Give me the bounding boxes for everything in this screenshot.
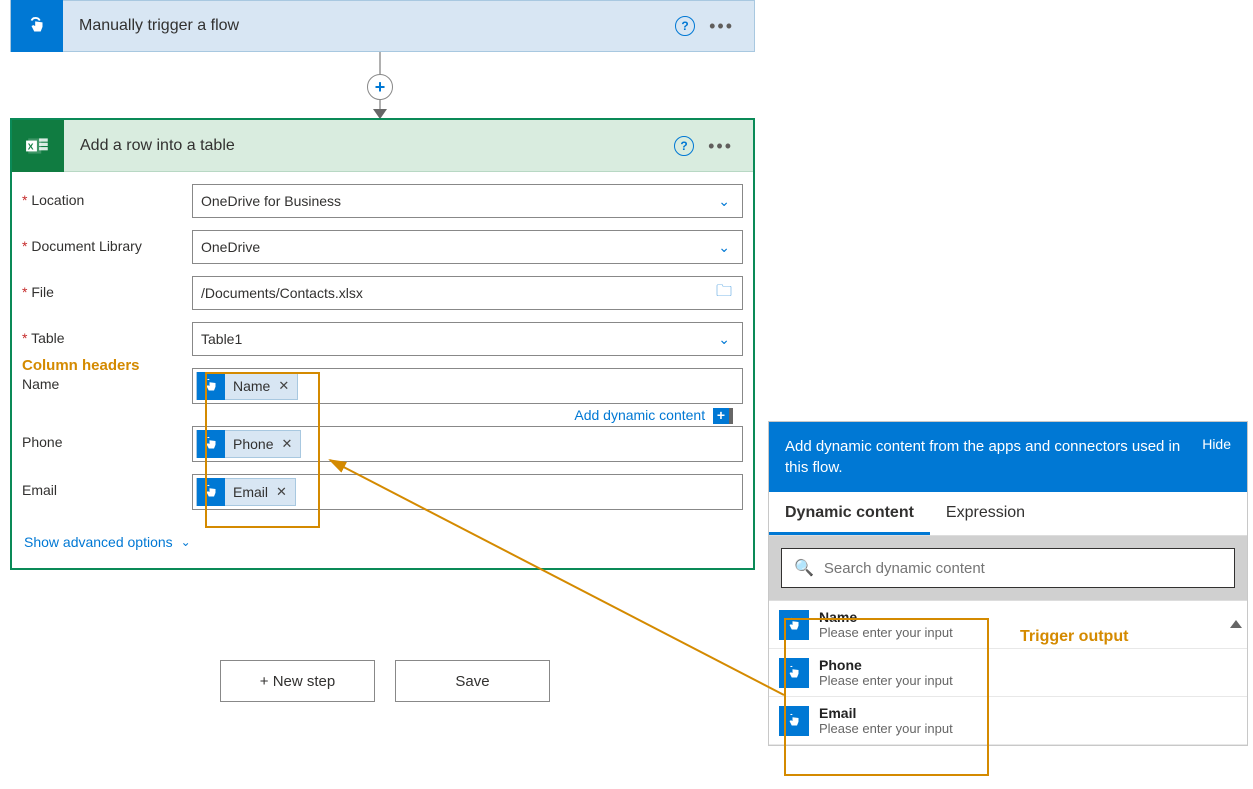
remove-token-icon[interactable]: ✕ (281, 436, 300, 452)
more-icon[interactable]: ••• (709, 17, 734, 35)
tab-dynamic-content[interactable]: Dynamic content (769, 492, 930, 535)
name-field[interactable]: Name ✕ (192, 368, 743, 404)
dynamic-item[interactable]: NamePlease enter your input (769, 601, 1247, 649)
dynamic-content-panel: Add dynamic content from the apps and co… (768, 421, 1248, 746)
add-step-inline-button[interactable]: + (367, 74, 393, 100)
library-label: Document Library (22, 230, 192, 254)
location-label: Location (22, 184, 192, 208)
folder-picker-icon[interactable]: 🗀 (714, 280, 734, 307)
dynamic-search[interactable]: 🔍 (781, 548, 1235, 588)
action-title: Add a row into a table (64, 137, 674, 155)
tab-expression[interactable]: Expression (930, 492, 1041, 535)
library-select[interactable]: OneDrive⌄ (192, 230, 743, 264)
chevron-down-icon: ⌄ (714, 331, 734, 348)
excel-icon: X (12, 120, 64, 172)
trigger-icon (11, 0, 63, 52)
tap-icon (197, 430, 225, 458)
tap-icon (779, 610, 809, 640)
tap-icon (197, 372, 225, 400)
dynamic-item[interactable]: PhonePlease enter your input (769, 649, 1247, 697)
add-dynamic-content-plus-icon[interactable]: + (713, 408, 729, 424)
email-field[interactable]: Email ✕ (192, 474, 743, 510)
email-label: Email (22, 474, 192, 498)
remove-token-icon[interactable]: ✕ (276, 484, 295, 500)
save-button[interactable]: Save (395, 660, 550, 702)
dynamic-panel-header: Add dynamic content from the apps and co… (785, 436, 1182, 478)
show-advanced-options-link[interactable]: Show advanced options ⌄ (12, 522, 753, 568)
tap-icon (197, 478, 225, 506)
chevron-down-icon: ⌄ (181, 535, 191, 549)
location-select[interactable]: OneDrive for Business⌄ (192, 184, 743, 218)
tap-icon (779, 706, 809, 736)
trigger-card[interactable]: Manually trigger a flow ? ••• (10, 0, 755, 52)
file-label: File (22, 276, 192, 300)
new-step-button[interactable]: + New step (220, 660, 375, 702)
table-select[interactable]: Table1⌄ (192, 322, 743, 356)
action-card: X Add a row into a table ? ••• Location … (10, 118, 755, 570)
phone-label: Phone (22, 426, 192, 450)
remove-token-icon[interactable]: ✕ (278, 378, 297, 394)
more-icon[interactable]: ••• (708, 137, 733, 155)
dynamic-item[interactable]: EmailPlease enter your input (769, 697, 1247, 745)
dynamic-token[interactable]: Phone ✕ (196, 430, 301, 458)
dynamic-token[interactable]: Name ✕ (196, 372, 298, 400)
chevron-down-icon: ⌄ (714, 193, 734, 210)
help-icon[interactable]: ? (674, 136, 694, 156)
phone-field[interactable]: Phone ✕ (192, 426, 743, 462)
dynamic-token[interactable]: Email ✕ (196, 478, 296, 506)
trigger-title: Manually trigger a flow (63, 17, 675, 35)
scroll-up-icon[interactable] (1230, 620, 1242, 628)
table-label: Table (22, 322, 192, 346)
dynamic-search-input[interactable] (824, 560, 1222, 577)
tap-icon (779, 658, 809, 688)
chevron-down-icon: ⌄ (714, 239, 734, 256)
hide-button[interactable]: Hide (1202, 436, 1231, 452)
action-header[interactable]: X Add a row into a table ? ••• (12, 120, 753, 172)
svg-text:X: X (28, 141, 34, 151)
search-icon: 🔍 (794, 558, 814, 578)
file-input[interactable]: /Documents/Contacts.xlsx🗀 (192, 276, 743, 310)
add-dynamic-content-link[interactable]: Add dynamic content (574, 407, 705, 423)
name-label: Name (22, 368, 192, 392)
help-icon[interactable]: ? (675, 16, 695, 36)
